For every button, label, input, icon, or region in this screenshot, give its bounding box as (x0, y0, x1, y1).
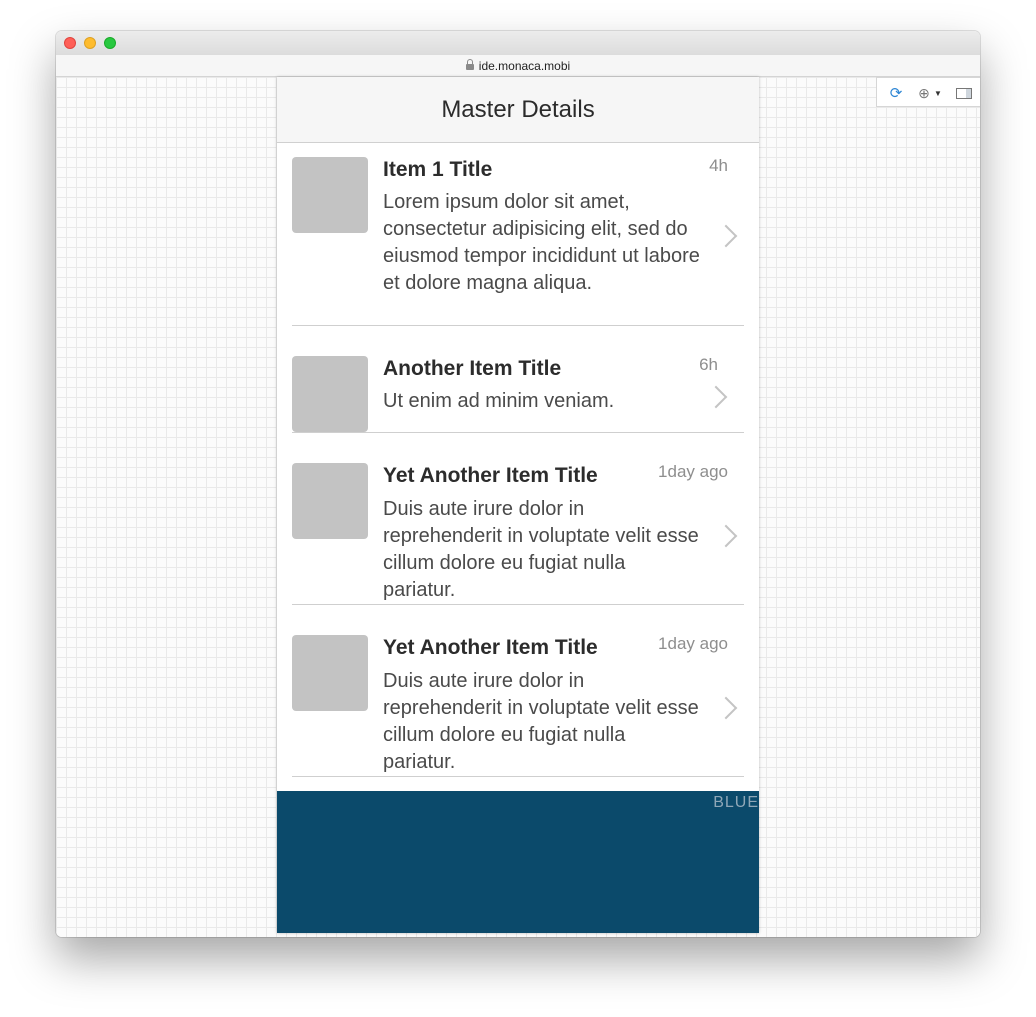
item-title: Yet Another Item Title (383, 464, 598, 487)
chevron-right-icon (714, 696, 738, 720)
footer-panel: BLUE (277, 791, 759, 933)
chevron-right-icon (714, 524, 738, 548)
page-title: Master Details (441, 96, 595, 123)
chevron-down-icon[interactable]: ▼ (934, 84, 942, 102)
device-preview: Master Details Item 1 Title 4h Lorem ips… (277, 77, 759, 933)
list-item[interactable]: Another Item Title 6h Ut enim ad minim v… (292, 326, 744, 433)
item-time: 1day ago (658, 634, 728, 653)
item-description: Duis aute irure dolor in reprehenderit i… (383, 498, 699, 601)
item-thumbnail (292, 635, 368, 711)
refresh-icon[interactable]: ⟳ (887, 84, 905, 102)
lock-icon (465, 58, 474, 70)
maximize-window-button[interactable] (104, 37, 116, 49)
item-thumbnail (292, 356, 368, 432)
panel-icon[interactable] (956, 88, 972, 99)
navigation-bar: Master Details (277, 77, 759, 143)
item-thumbnail (292, 157, 368, 233)
item-description: Lorem ipsum dolor sit amet, consectetur … (383, 191, 700, 294)
item-description: Duis aute irure dolor in reprehenderit i… (383, 670, 699, 773)
chevron-right-icon (714, 224, 738, 248)
list-item[interactable]: Item 1 Title 4h Lorem ipsum dolor sit am… (292, 143, 744, 326)
close-window-button[interactable] (64, 37, 76, 49)
window-titlebar (56, 31, 980, 55)
item-title: Another Item Title (383, 357, 562, 380)
item-time: 6h (699, 355, 718, 374)
list-item[interactable]: Yet Another Item Title 1day ago Duis aut… (292, 433, 744, 605)
list-item[interactable]: Yet Another Item Title 1day ago Duis aut… (292, 605, 744, 777)
item-time: 4h (709, 156, 728, 175)
preview-toolbar: ⟳ ⊕ ▼ (876, 77, 980, 107)
item-time: 1day ago (658, 462, 728, 481)
footer-label: BLUE (713, 794, 759, 811)
browser-window: ide.monaca.mobi ⟳ ⊕ ▼ Master Details Ite… (56, 31, 980, 937)
address-bar-url: ide.monaca.mobi (478, 58, 571, 73)
preview-canvas: ⟳ ⊕ ▼ Master Details Item 1 Title 4h Lor… (56, 77, 980, 937)
item-title: Item 1 Title (383, 158, 493, 181)
globe-icon[interactable]: ⊕ (917, 84, 931, 102)
address-bar[interactable]: ide.monaca.mobi (56, 55, 980, 77)
chevron-right-icon (704, 385, 728, 409)
item-description: Ut enim ad minim veniam. (383, 390, 615, 412)
item-thumbnail (292, 463, 368, 539)
item-title: Yet Another Item Title (383, 636, 598, 659)
minimize-window-button[interactable] (84, 37, 96, 49)
